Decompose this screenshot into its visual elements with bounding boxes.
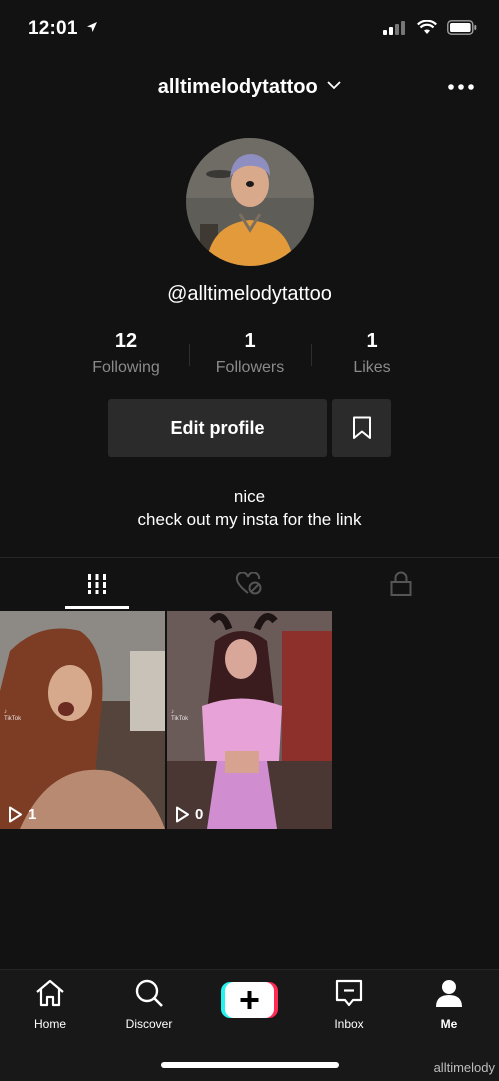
tab-private[interactable] bbox=[318, 558, 484, 610]
watermark-text: TikTok bbox=[171, 716, 189, 722]
bio-line: check out my insta for the link bbox=[137, 510, 362, 529]
profile-header: alltimelodytattoo bbox=[0, 74, 499, 104]
play-icon bbox=[9, 806, 22, 823]
more-options-button[interactable] bbox=[447, 74, 475, 100]
avatar-photo bbox=[186, 138, 314, 266]
following-count: 12 bbox=[114, 330, 138, 352]
followers-count: 1 bbox=[244, 330, 256, 352]
bio: nice check out my insta for the link bbox=[0, 485, 499, 531]
view-count-text: 0 bbox=[195, 806, 204, 823]
location-arrow-icon bbox=[87, 22, 98, 32]
play-icon bbox=[176, 806, 189, 823]
header-username: alltimelodytattoo bbox=[157, 76, 318, 98]
stat-following[interactable]: 12 Following bbox=[64, 330, 188, 377]
liked-hidden-icon bbox=[235, 572, 262, 595]
video-thumbnail-image bbox=[0, 611, 165, 829]
view-count: 0 bbox=[175, 806, 203, 823]
tab-videos[interactable] bbox=[14, 558, 180, 610]
nav-inbox-label: Inbox bbox=[334, 1017, 364, 1031]
active-tab-indicator bbox=[65, 606, 129, 609]
view-count: 1 bbox=[8, 806, 36, 823]
nav-discover-label: Discover bbox=[125, 1017, 173, 1031]
bookmark-icon bbox=[352, 416, 371, 439]
home-indicator[interactable] bbox=[161, 1062, 339, 1068]
video-thumbnail-image bbox=[167, 611, 332, 829]
grid-icon bbox=[88, 574, 106, 594]
more-dots-icon bbox=[448, 84, 474, 90]
battery-icon bbox=[447, 20, 477, 35]
search-icon bbox=[135, 979, 163, 1007]
likes-count: 1 bbox=[366, 330, 378, 352]
tiktok-watermark: ♪ TikTok bbox=[4, 709, 22, 722]
tab-liked[interactable] bbox=[166, 558, 332, 610]
create-video-button[interactable] bbox=[221, 982, 278, 1018]
stat-followers[interactable]: 1 Followers bbox=[188, 330, 312, 377]
edit-profile-button[interactable]: Edit profile bbox=[108, 399, 327, 457]
watermark-text: TikTok bbox=[4, 716, 22, 722]
tiktok-watermark: ♪ TikTok bbox=[171, 709, 189, 722]
nav-inbox[interactable]: Inbox bbox=[299, 978, 399, 1031]
inbox-icon bbox=[335, 979, 363, 1007]
chevron-down-icon bbox=[327, 81, 341, 90]
view-count-text: 1 bbox=[28, 806, 37, 823]
status-time-text: 12:01 bbox=[28, 18, 78, 39]
footer-watermark: alltimelody bbox=[433, 1060, 495, 1075]
likes-label: Likes bbox=[353, 359, 391, 376]
lock-icon bbox=[390, 571, 412, 596]
home-icon bbox=[36, 979, 64, 1007]
avatar[interactable] bbox=[186, 138, 314, 266]
plus-icon bbox=[221, 982, 278, 1018]
cellular-signal-icon bbox=[383, 20, 405, 35]
followers-label: Followers bbox=[215, 359, 285, 376]
wifi-icon bbox=[417, 20, 437, 34]
profile-handle: @alltimelodytattoo bbox=[167, 283, 332, 305]
nav-me-label: Me bbox=[440, 1017, 458, 1031]
video-thumbnail[interactable]: ♪ TikTok 1 bbox=[0, 611, 165, 829]
following-label: Following bbox=[92, 359, 160, 376]
favorites-button[interactable] bbox=[332, 399, 391, 457]
video-thumbnail[interactable]: ♪ TikTok 0 bbox=[167, 611, 332, 829]
nav-home[interactable]: Home bbox=[0, 978, 100, 1031]
bio-line: nice bbox=[233, 487, 266, 506]
status-time: 12:01 bbox=[28, 18, 98, 40]
nav-discover[interactable]: Discover bbox=[99, 978, 199, 1031]
profile-icon bbox=[436, 980, 462, 1007]
nav-home-label: Home bbox=[33, 1017, 66, 1031]
status-icons bbox=[383, 20, 477, 35]
account-switcher[interactable]: alltimelodytattoo bbox=[0, 76, 499, 99]
nav-me[interactable]: Me bbox=[399, 978, 499, 1031]
stat-likes[interactable]: 1 Likes bbox=[310, 330, 434, 377]
